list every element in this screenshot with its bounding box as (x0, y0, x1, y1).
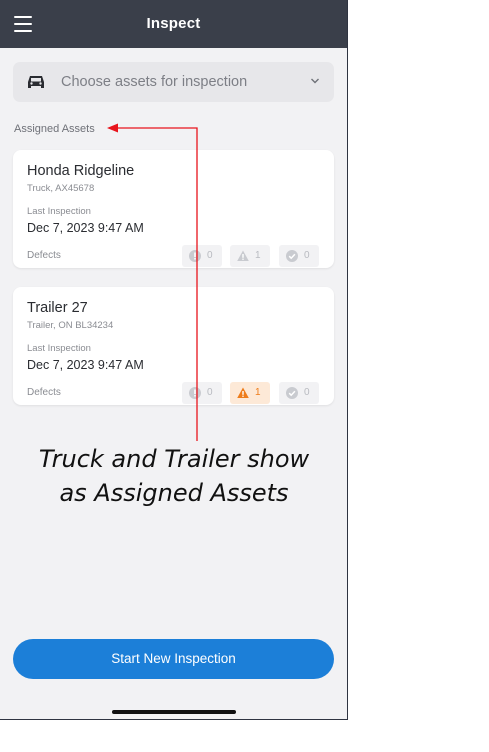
phone-screen: Inspect Choose assets for inspection Ass… (0, 0, 348, 720)
annotation-arrow (107, 123, 198, 441)
